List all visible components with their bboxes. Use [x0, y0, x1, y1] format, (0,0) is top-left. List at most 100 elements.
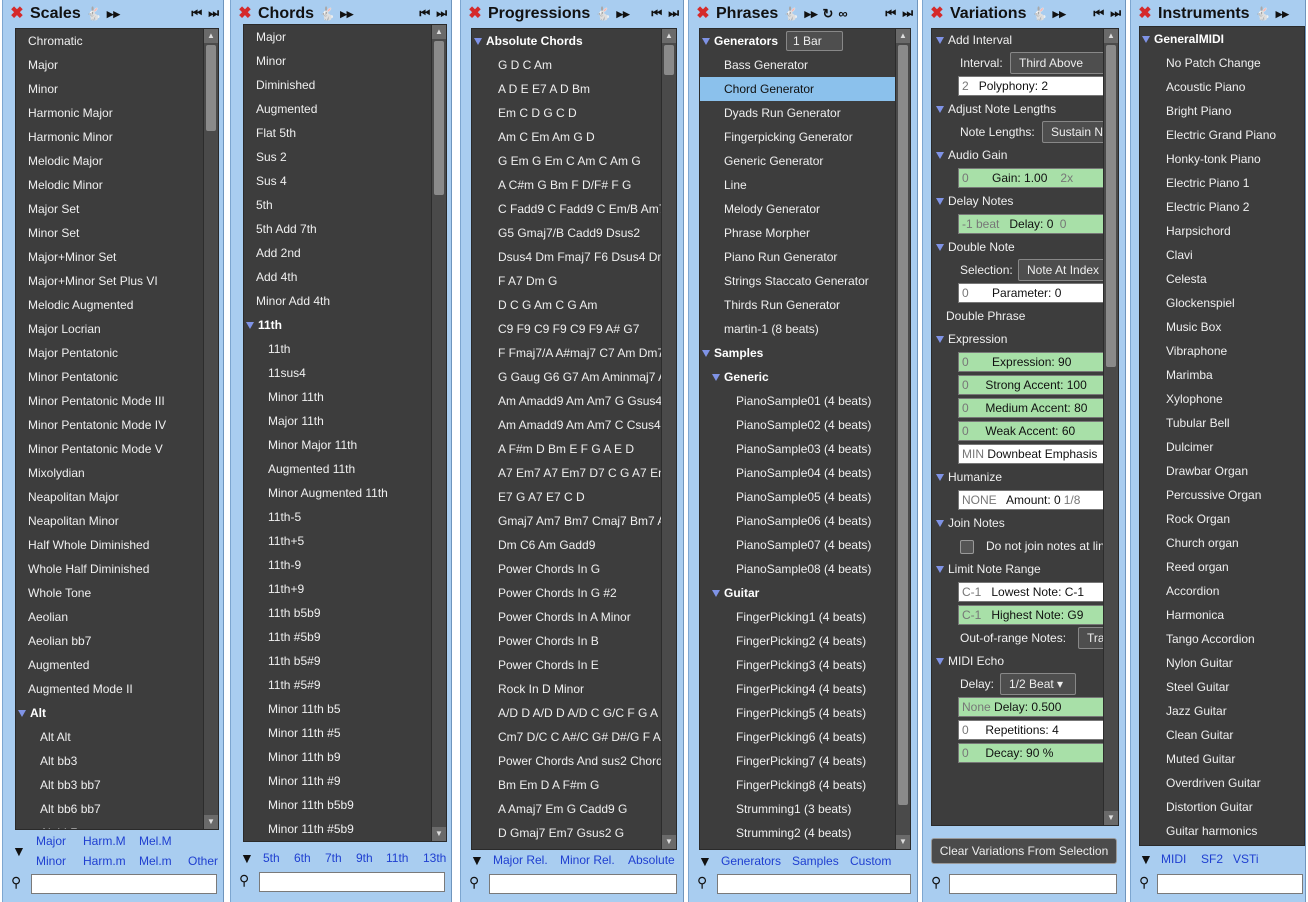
oor-select[interactable]: Tra [1078, 627, 1104, 649]
list-item[interactable]: 11th-9 [244, 553, 432, 577]
list-item[interactable]: Fingerpicking Generator [700, 125, 896, 149]
list-item[interactable]: Minor 11th b5 [244, 697, 432, 721]
list-item[interactable]: Minor Set [16, 221, 204, 245]
search-input[interactable] [259, 872, 445, 892]
list-item[interactable]: Augmented [16, 653, 204, 677]
list-item[interactable]: Clavi [1140, 243, 1304, 267]
filter-link[interactable]: Mel.m [139, 854, 172, 868]
play-forward-icon[interactable]: ▸▸ [1053, 6, 1066, 22]
list-item[interactable]: Whole Tone [16, 581, 204, 605]
repetitions-slider[interactable]: 0 Repetitions: 4 [958, 720, 1104, 740]
list-item[interactable]: Minor Pentatonic [16, 365, 204, 389]
list-item[interactable]: PianoSample03 (4 beats) [700, 437, 896, 461]
list-item[interactable]: Harmonica [1140, 603, 1304, 627]
refresh-icon[interactable]: ↻ [823, 6, 834, 22]
list-item[interactable]: G Gaug G6 G7 Am Aminmaj7 A [472, 365, 662, 389]
list-item[interactable]: Bass Generator [700, 53, 896, 77]
double-note-label[interactable]: Double Note [948, 240, 1015, 254]
list-item[interactable]: 5th Add 7th [244, 217, 432, 241]
filter-link[interactable]: 11th [386, 851, 408, 865]
list-item[interactable]: Augmented Mode II [16, 677, 204, 701]
search-input[interactable] [949, 874, 1117, 894]
list-item[interactable]: E7 G A7 E7 C D [472, 485, 662, 509]
expand-triangle-icon[interactable] [702, 350, 710, 358]
close-icon[interactable]: ✖ [237, 6, 253, 22]
list-item[interactable]: C Fadd9 C Fadd9 C Em/B Am7 [472, 197, 662, 221]
list-item[interactable]: Generic Generator [700, 149, 896, 173]
expand-triangle-icon[interactable] [246, 322, 254, 330]
last-icon[interactable]: ⏭ [436, 6, 447, 21]
audio-gain-label[interactable]: Audio Gain [948, 148, 1007, 162]
list-item[interactable]: FingerPicking2 (4 beats) [700, 629, 896, 653]
play-forward-icon[interactable]: ▸▸ [1276, 6, 1289, 22]
list-item[interactable]: 11th+9 [244, 577, 432, 601]
scroll-up-icon[interactable]: ▲ [662, 29, 676, 43]
play-forward-icon[interactable]: ▸▸ [616, 6, 629, 22]
list-item[interactable]: Piano Run Generator [700, 245, 896, 269]
list-item[interactable]: Major Pentatonic [16, 341, 204, 365]
list-item[interactable]: Glockenspiel [1140, 291, 1304, 315]
scroll-down-icon[interactable]: ▼ [896, 835, 910, 849]
list-item[interactable]: G5 Gmaj7/B Cadd9 Dsus2 [472, 221, 662, 245]
scroll-down-icon[interactable]: ▼ [662, 835, 676, 849]
close-icon[interactable]: ✖ [467, 6, 483, 22]
list-item[interactable]: Melodic Minor [16, 173, 204, 197]
filter-link[interactable]: 6th [294, 851, 311, 865]
filter-link[interactable]: Minor Rel. [560, 853, 615, 867]
list-item[interactable]: Vibraphone [1140, 339, 1304, 363]
list-item[interactable]: 11th #5b9 [244, 625, 432, 649]
list-item[interactable]: 11th #5#9 [244, 673, 432, 697]
tree-group[interactable]: Samples [700, 341, 896, 365]
list-item[interactable]: Alt bb3 [16, 749, 204, 773]
vertical-scrollbar[interactable]: ▲ ▼ [203, 29, 218, 829]
list-item[interactable]: Minor Pentatonic Mode V [16, 437, 204, 461]
list-item[interactable]: Acoustic Piano [1140, 75, 1304, 99]
filter-link[interactable]: SF2 [1201, 852, 1223, 866]
search-input[interactable] [1157, 874, 1303, 894]
list-item[interactable]: Add 2nd [244, 241, 432, 265]
play-forward-icon[interactable]: ▸▸ [804, 6, 817, 22]
list-item[interactable]: Minor 11th b5b9 [244, 793, 432, 817]
humanize-label[interactable]: Humanize [948, 470, 1002, 484]
filter-icon[interactable]: ▼ [470, 852, 484, 868]
amount-slider[interactable]: NONE Amount: 0 1/8 [958, 490, 1104, 510]
expand-triangle-icon[interactable] [18, 710, 26, 718]
join-checkbox[interactable] [960, 539, 974, 554]
list-item[interactable]: Whole Half Diminished [16, 557, 204, 581]
list-item[interactable]: Accordion [1140, 579, 1304, 603]
weak-accent-slider[interactable]: 0 Weak Accent: 60 [958, 421, 1104, 441]
join-notes-label[interactable]: Join Notes [948, 516, 1005, 530]
vertical-scrollbar[interactable]: ▲ ▼ [1103, 29, 1118, 825]
list-item[interactable]: FingerPicking1 (4 beats) [700, 605, 896, 629]
tree-group[interactable]: Guitar [700, 581, 896, 605]
filter-link[interactable]: Harm.m [83, 854, 126, 868]
bar-length-select[interactable]: 1 Bar [786, 31, 843, 51]
parameter-slider[interactable]: 0 Parameter: 0 [958, 283, 1104, 303]
list-item[interactable]: Aeolian bb7 [16, 629, 204, 653]
first-icon[interactable]: ⏮ [885, 6, 896, 21]
midi-echo-label[interactable]: MIDI Echo [948, 654, 1004, 668]
list-item[interactable]: Am C Em Am G D [472, 125, 662, 149]
highest-note-slider[interactable]: C-1 Highest Note: G9 [958, 605, 1104, 625]
list-item[interactable]: Dm C6 Am Gadd9 [472, 533, 662, 557]
expand-triangle-icon[interactable] [702, 38, 710, 46]
list-item[interactable]: Aeolian [16, 605, 204, 629]
filter-icon[interactable]: ▼ [240, 850, 254, 866]
echo-delay-slider[interactable]: None Delay: 0.500 [958, 697, 1104, 717]
list-item[interactable]: Chord Generator [700, 77, 896, 101]
expression-label[interactable]: Expression [948, 332, 1007, 346]
list-item[interactable]: FingerPicking5 (4 beats) [700, 701, 896, 725]
list-item[interactable]: Minor [244, 49, 432, 73]
first-icon[interactable]: ⏮ [1093, 6, 1104, 21]
list-item[interactable]: Chromatic [16, 29, 204, 53]
downbeat-slider[interactable]: MIN Downbeat Emphasis [958, 444, 1104, 464]
list-item[interactable]: Church organ [1140, 531, 1304, 555]
first-icon[interactable]: ⏮ [191, 6, 202, 21]
list-item[interactable]: 11th [244, 337, 432, 361]
play-forward-icon[interactable]: ▸▸ [107, 6, 120, 22]
list-item[interactable]: Alt bb7 [16, 821, 204, 829]
list-item[interactable]: Dulcimer [1140, 435, 1304, 459]
vertical-scrollbar[interactable]: ▲ ▼ [661, 29, 676, 849]
list-item[interactable]: F A7 Dm G [472, 269, 662, 293]
expand-triangle-icon[interactable] [474, 38, 482, 46]
